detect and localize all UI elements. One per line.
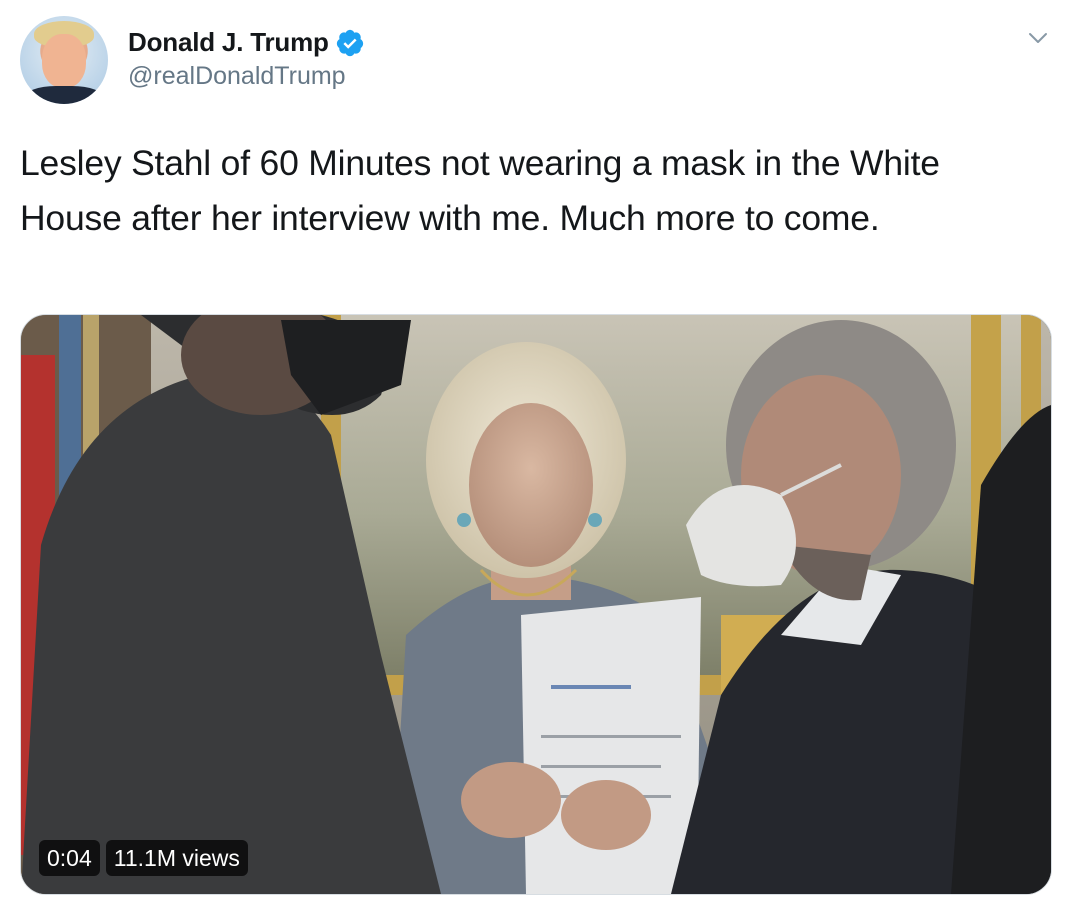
video-player[interactable]: 0:04 11.1M views — [20, 314, 1052, 895]
chevron-down-icon[interactable] — [1028, 28, 1048, 48]
user-handle[interactable]: @realDonaldTrump — [128, 62, 346, 91]
tweet-card: Donald J. Trump @realDonaldTrump Lesley … — [0, 0, 1080, 908]
author-name-row[interactable]: Donald J. Trump — [128, 27, 365, 58]
video-duration: 0:04 — [39, 840, 100, 876]
verified-badge-icon — [335, 28, 365, 58]
tweet-text: Lesley Stahl of 60 Minutes not wearing a… — [20, 143, 940, 238]
avatar-face — [42, 34, 86, 88]
view-count: 11.1M views — [105, 840, 248, 876]
video-thumbnail — [21, 315, 1051, 894]
avatar[interactable] — [20, 16, 108, 104]
video-info-overlay: 0:04 11.1M views — [39, 840, 248, 876]
display-name[interactable]: Donald J. Trump — [128, 27, 329, 58]
avatar-suit — [24, 86, 104, 104]
